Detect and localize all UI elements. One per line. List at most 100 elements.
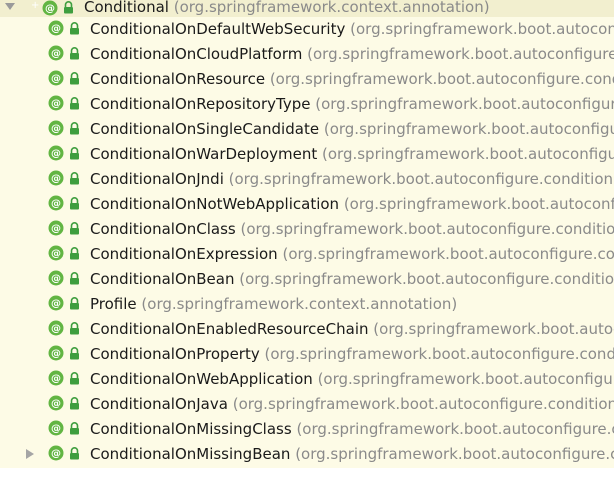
tree-item[interactable]: @ ConditionalOnJndi (org.springframework.…	[0, 167, 614, 192]
svg-text:@: @	[51, 74, 61, 85]
class-name: ConditionalOnProperty	[90, 345, 260, 363]
lock-icon	[70, 272, 79, 285]
annotation-icon: @	[48, 445, 64, 461]
annotation-icon: @	[48, 320, 64, 336]
type-hierarchy-tree[interactable]: + @ Conditional (org.springframework.con…	[0, 0, 614, 468]
class-name: ConditionalOnBean	[90, 270, 235, 288]
annotation-icon: @	[48, 20, 64, 36]
lock-icon	[70, 22, 79, 35]
root-package-name: (org.springframework.context.annotation)	[173, 0, 490, 16]
tree-item[interactable]: @ ConditionalOnMissingBean (org.springfra…	[0, 442, 614, 467]
tree-item[interactable]: @ Profile (org.springframework.context.an…	[0, 292, 614, 317]
annotation-icon: @	[48, 195, 64, 211]
lock-icon	[70, 47, 79, 60]
package-name: (org.springframework.boot.autoconfigure.…	[315, 95, 614, 113]
svg-text:@: @	[51, 174, 61, 185]
tree-root-row[interactable]: + @ Conditional (org.springframework.con…	[0, 0, 614, 17]
lock-icon	[70, 347, 79, 360]
tree-item[interactable]: @ ConditionalOnProperty (org.springframew…	[0, 342, 614, 367]
tree-item[interactable]: @ ConditionalOnExpression (org.springfram…	[0, 242, 614, 267]
lock-icon	[70, 222, 79, 235]
class-name: ConditionalOnWebApplication	[90, 370, 313, 388]
annotation-icon: @	[48, 245, 64, 261]
package-name: (org.springframework.boot.autoconfigure.…	[240, 220, 614, 238]
svg-text:@: @	[51, 24, 61, 35]
tree-item[interactable]: @ ConditionalOnEnabledResourceChain (org.…	[0, 317, 614, 342]
expand-arrow-icon[interactable]	[26, 449, 34, 459]
tree-item[interactable]: @ ConditionalOnCloudPlatform (org.springf…	[0, 42, 614, 67]
svg-text:@: @	[51, 124, 61, 135]
collapse-arrow-icon[interactable]	[5, 3, 15, 10]
class-name: ConditionalOnResource	[90, 70, 266, 88]
svg-text:@: @	[45, 4, 55, 15]
class-name: ConditionalOnSingleCandidate	[90, 120, 320, 138]
svg-text:@: @	[51, 149, 61, 160]
package-name: (org.springframework.boot.autoconfigure.…	[323, 120, 614, 138]
package-name: (org.springframework.boot.autoconfigure.…	[343, 195, 614, 213]
tree-item[interactable]: @ ConditionalOnMissingClass (org.springfr…	[0, 417, 614, 442]
package-name: (org.springframework.boot.autoconfigure.…	[350, 20, 614, 38]
lock-icon	[70, 372, 79, 385]
lock-icon	[70, 247, 79, 260]
class-name: ConditionalOnJava	[90, 395, 228, 413]
annotation-icon: @	[42, 0, 58, 16]
package-name: (org.springframework.boot.autoconfigure.…	[317, 370, 614, 388]
class-name: ConditionalOnExpression	[90, 245, 278, 263]
tree-item[interactable]: @ ConditionalOnBean (org.springframework.…	[0, 267, 614, 292]
package-name: (org.springframework.boot.autoconfigure.…	[264, 345, 614, 363]
tree-item[interactable]: @ ConditionalOnResource (org.springframew…	[0, 67, 614, 92]
class-name: ConditionalOnEnabledResourceChain	[90, 320, 369, 338]
svg-text:@: @	[51, 249, 61, 260]
class-name: ConditionalOnNotWebApplication	[90, 195, 340, 213]
svg-text:@: @	[51, 349, 61, 360]
tree-item[interactable]: @ ConditionalOnRepositoryType (org.spring…	[0, 92, 614, 117]
package-name: (org.springframework.boot.autoconfigure.…	[282, 245, 614, 263]
tree-item[interactable]: @ ConditionalOnJava (org.springframework.…	[0, 392, 614, 417]
tree-item[interactable]: @ ConditionalOnNotWebApplication (org.spr…	[0, 192, 614, 217]
class-name: ConditionalOnWarDeployment	[90, 145, 318, 163]
tree-item[interactable]: @ ConditionalOnSingleCandidate (org.sprin…	[0, 117, 614, 142]
annotation-icon: @	[48, 120, 64, 136]
lock-icon	[70, 72, 79, 85]
package-name: (org.springframework.boot.autoconfigure.…	[373, 320, 614, 338]
tree-item[interactable]: @ ConditionalOnWarDeployment (org.springf…	[0, 142, 614, 167]
annotation-icon: @	[48, 95, 64, 111]
annotation-icon: @	[48, 370, 64, 386]
package-name: (org.springframework.boot.autoconfigure.…	[296, 420, 614, 438]
lock-icon	[70, 147, 79, 160]
svg-text:@: @	[51, 49, 61, 60]
tree-item[interactable]: @ ConditionalOnWebApplication (org.spring…	[0, 367, 614, 392]
class-name: ConditionalOnDefaultWebSecurity	[90, 20, 346, 38]
lock-icon	[70, 97, 79, 110]
annotation-icon: @	[48, 45, 64, 61]
lock-icon	[64, 1, 73, 14]
svg-text:@: @	[51, 449, 61, 460]
class-name: ConditionalOnJndi	[90, 170, 224, 188]
annotation-icon: @	[48, 70, 64, 86]
svg-text:@: @	[51, 399, 61, 410]
class-name: ConditionalOnMissingClass	[90, 420, 292, 438]
annotation-icon: @	[48, 345, 64, 361]
package-name: (org.springframework.boot.autoconfigure.…	[295, 445, 614, 463]
lock-icon	[70, 422, 79, 435]
tree-item[interactable]: @ ConditionalOnClass (org.springframework…	[0, 217, 614, 242]
annotation-icon: @	[48, 170, 64, 186]
package-name: (org.springframework.boot.autoconfigure.…	[307, 45, 614, 63]
svg-text:@: @	[51, 424, 61, 435]
class-name: ConditionalOnMissingBean	[90, 445, 291, 463]
tree-item[interactable]: @ ConditionalOnDefaultWebSecurity (org.sp…	[0, 17, 614, 42]
package-name: (org.springframework.context.annotation)	[141, 295, 458, 313]
svg-text:@: @	[51, 299, 61, 310]
annotation-icon: @	[48, 145, 64, 161]
package-name: (org.springframework.boot.autoconfigure.…	[322, 145, 614, 163]
class-name: Profile	[90, 295, 137, 313]
package-name: (org.springframework.boot.autoconfigure.…	[239, 270, 614, 288]
svg-text:@: @	[51, 199, 61, 210]
tree-children: @ ConditionalOnDefaultWebSecurity (org.sp…	[0, 17, 614, 467]
annotation-icon: @	[48, 270, 64, 286]
annotation-icon: @	[48, 295, 64, 311]
svg-text:@: @	[51, 274, 61, 285]
svg-text:@: @	[51, 99, 61, 110]
class-name: ConditionalOnClass	[90, 220, 236, 238]
lock-icon	[70, 322, 79, 335]
